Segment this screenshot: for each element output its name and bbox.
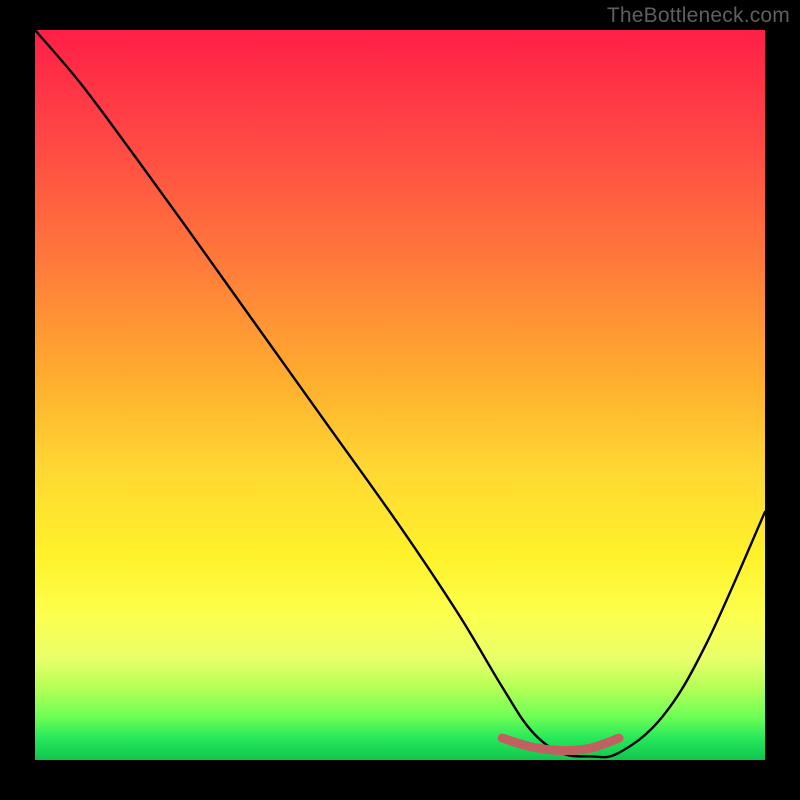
bottleneck-curve — [35, 30, 765, 757]
watermark-text: TheBottleneck.com — [607, 4, 790, 28]
plot-area — [35, 30, 765, 760]
optimal-range-marker — [502, 738, 619, 751]
chart-frame: TheBottleneck.com — [0, 0, 800, 800]
curve-layer — [35, 30, 765, 760]
